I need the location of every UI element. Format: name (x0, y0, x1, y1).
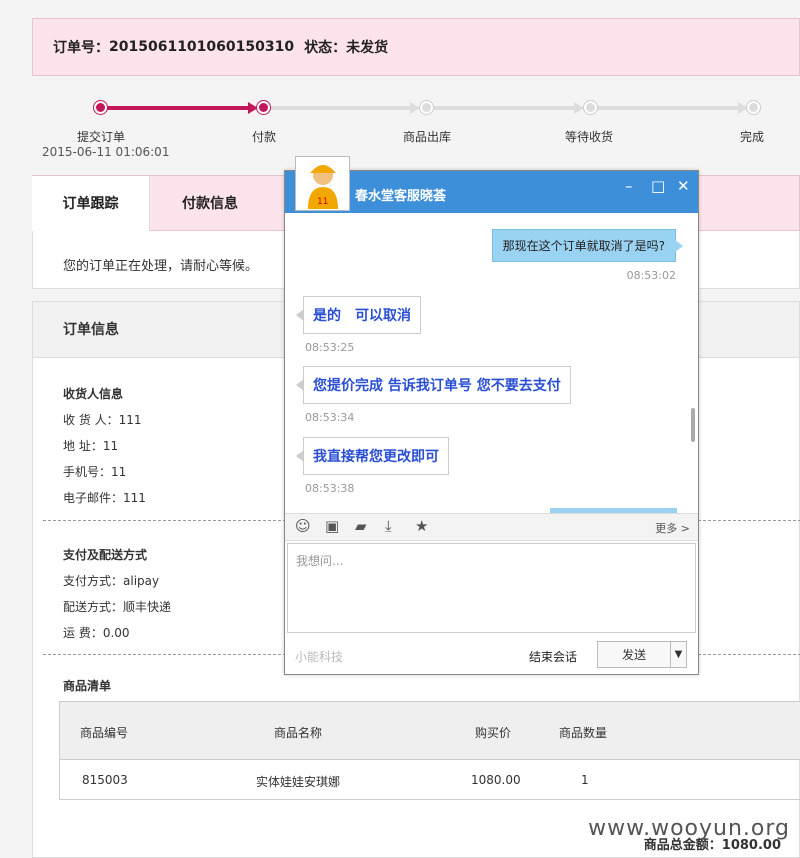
download-icon[interactable]: ⤓ (385, 517, 392, 535)
submit-time: 2015-06-11 01:06:01 (42, 145, 170, 159)
progress-line-2 (270, 106, 414, 110)
order-header: 订单号： 2015061101060150310 状态： 未发货 (32, 18, 800, 76)
agent-avatar: 11 (295, 156, 350, 211)
goods-table: 商品编号 商品名称 购买价 商品数量 815003 实体娃娃安琪娜 1080.0… (59, 701, 800, 800)
col-price: 购买价 (475, 726, 512, 740)
goods-id: 815003 (82, 773, 128, 787)
message-time: 08:53:25 (305, 341, 355, 354)
chevron-down-icon[interactable]: ▼ (670, 642, 686, 667)
maximize-icon[interactable]: □ (651, 177, 665, 195)
agent-message: 是的 可以取消 (296, 296, 421, 334)
minimize-icon[interactable]: – (625, 177, 633, 195)
chat-window: 11 春水堂客服晓荟 – □ ✕ 那现在这个订单就取消了是吗? 08:53:02… (284, 156, 699, 675)
smile-icon[interactable]: ☺ (295, 517, 311, 535)
step-label-pay: 付款 (252, 130, 277, 144)
more-button[interactable]: 更多 > (655, 520, 690, 536)
message-time: 08:53:38 (305, 482, 355, 495)
goods-name[interactable]: 实体娃娃安琪娜 (256, 773, 340, 790)
status-label: 状态： (304, 40, 347, 56)
step-label-ship: 商品出库 (403, 130, 452, 144)
agent-message: 您提价完成 告诉我订单号 您不要去支付 (296, 366, 571, 404)
image-icon[interactable]: ▣ (325, 517, 339, 535)
step-label-wait: 等待收货 (565, 130, 614, 144)
order-number-label: 订单号： (53, 40, 109, 56)
ship-fee: 运 费：0.00 (63, 626, 130, 640)
progress-line-4 (598, 106, 742, 110)
order-number: 2015061101060150310 (109, 39, 295, 55)
col-goods-id: 商品编号 (80, 726, 129, 740)
chat-messages[interactable]: 那现在这个订单就取消了是吗? 08:53:02 是的 可以取消 08:53:25… (285, 213, 698, 513)
step-label-done: 完成 (740, 130, 765, 144)
chat-footer: 小能科技 结束会话 发送 ▼ (285, 633, 698, 675)
goods-table-header: 商品编号 商品名称 购买价 商品数量 (60, 702, 800, 760)
receiver-email: 电子邮件：111 (63, 491, 146, 505)
progress-dot-wait (584, 101, 597, 114)
chat-scrollbar[interactable] (691, 408, 695, 442)
tab-payment[interactable]: 付款信息 (151, 176, 269, 232)
chat-toolbar: ☺ ▣ ▰ ⤓ ★ 更多 > (285, 513, 698, 541)
tracking-notice: 您的订单正在处理，请耐心等候。 (63, 259, 259, 274)
send-button[interactable]: 发送 ▼ (597, 641, 687, 668)
progress-line-3 (434, 106, 578, 110)
user-message: 那现在这个订单就取消了是吗? (491, 229, 684, 262)
receiver-address: 地 址：11 (63, 439, 119, 453)
pay-method: 支付方式：alipay (63, 574, 160, 588)
progress-dot-submit (94, 101, 107, 114)
send-label: 发送 (622, 648, 647, 662)
table-row: 815003 实体娃娃安琪娜 1080.00 1 (60, 760, 800, 800)
progress-dot-pay (257, 101, 270, 114)
pay-title: 支付及配送方式 (63, 548, 148, 562)
col-quantity: 商品数量 (559, 726, 608, 740)
progress-dot-done (747, 101, 760, 114)
receiver-name: 收 货 人：111 (63, 413, 142, 427)
receiver-title: 收货人信息 (63, 387, 124, 401)
folder-icon[interactable]: ▰ (355, 517, 367, 535)
watermark: www.wooyun.org (588, 816, 790, 841)
progress-dot-ship (420, 101, 433, 114)
receiver-phone: 手机号：11 (63, 465, 127, 479)
avatar-number: 11 (317, 197, 328, 207)
goods-price: 1080.00 (471, 773, 521, 787)
end-session-button[interactable]: 结束会话 (529, 648, 577, 665)
order-progress: 提交订单 付款 商品出库 等待收货 完成 2015-06-11 01:06:01 (0, 95, 800, 165)
col-goods-name: 商品名称 (274, 726, 323, 740)
star-icon[interactable]: ★ (415, 517, 428, 535)
step-label-submit: 提交订单 (77, 130, 126, 144)
progress-arrow-3 (574, 102, 584, 114)
order-status: 未发货 (346, 40, 389, 56)
chat-input[interactable]: 我想问... (287, 543, 696, 633)
message-time: 08:53:34 (305, 411, 355, 424)
progress-arrow-2 (410, 102, 420, 114)
message-time: 08:53:02 (626, 269, 676, 282)
goods-quantity: 1 (581, 773, 589, 787)
chat-titlebar[interactable]: 11 春水堂客服晓荟 – □ ✕ (285, 156, 698, 213)
progress-line-1 (104, 106, 252, 110)
ship-method: 配送方式：顺丰快递 (63, 600, 172, 614)
goods-title: 商品清单 (63, 679, 112, 693)
brand-label: 小能科技 (295, 650, 344, 664)
agent-message: 我直接帮您更改即可 (296, 437, 449, 475)
agent-name: 春水堂客服晓荟 (355, 189, 447, 204)
close-icon[interactable]: ✕ (677, 177, 690, 195)
tab-tracking[interactable]: 订单跟踪 (32, 176, 150, 232)
